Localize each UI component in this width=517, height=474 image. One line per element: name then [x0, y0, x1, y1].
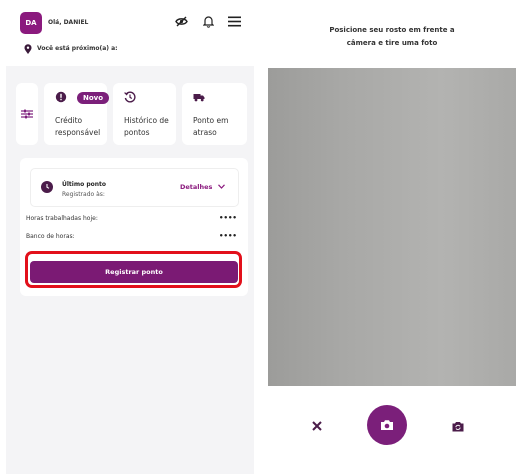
hide-values-icon[interactable] — [174, 14, 188, 28]
filter-shortcut[interactable] — [16, 83, 38, 145]
switch-camera-button[interactable] — [445, 413, 471, 439]
last-punch-box[interactable]: Último ponto Registrado às: Detalhes — [30, 168, 239, 207]
card-ponto-em-atraso[interactable]: Ponto em atraso — [182, 83, 247, 145]
last-punch-title: Último ponto — [62, 181, 106, 188]
hours-worked-label: Horas trabalhadas hoje: — [26, 215, 98, 222]
chevron-down-icon — [217, 184, 225, 189]
punch-summary-card: Último ponto Registrado às: Detalhes Hor… — [20, 158, 248, 296]
sliders-icon — [21, 109, 33, 119]
greeting-text: Olá, DANIEL — [48, 19, 89, 26]
hours-bank-value: •••• — [219, 232, 237, 240]
take-photo-button[interactable] — [367, 405, 407, 445]
card-historico-pontos[interactable]: Histórico de pontos — [113, 83, 176, 145]
card-label: Histórico de pontos — [124, 116, 169, 137]
hours-worked-value: •••• — [219, 214, 237, 222]
home-screen: DA Olá, DANIEL Você está próximo(a) a: N… — [6, 0, 254, 474]
avatar[interactable]: DA — [20, 12, 42, 34]
new-badge: Novo — [77, 92, 110, 104]
card-label: Crédito responsável — [55, 116, 101, 137]
hours-bank-label: Banco de horas: — [26, 233, 75, 240]
details-link[interactable]: Detalhes — [180, 183, 225, 191]
switch-camera-icon — [452, 421, 464, 431]
notification-bell-icon[interactable] — [201, 14, 215, 28]
alert-circle-icon — [55, 91, 67, 103]
last-punch-subtitle: Registrado às: — [62, 191, 105, 198]
camera-instruction: Posicione seu rosto em frente a câmera e … — [329, 26, 455, 47]
truck-icon — [193, 94, 205, 102]
clock-icon — [41, 181, 53, 193]
close-camera-button[interactable] — [304, 413, 330, 439]
camera-preview — [268, 68, 516, 386]
location-pin-icon — [24, 44, 32, 54]
close-icon — [312, 421, 322, 431]
history-icon — [124, 91, 136, 103]
register-punch-button[interactable]: Registrar ponto — [30, 261, 238, 283]
app-header: DA Olá, DANIEL Você está próximo(a) a: — [6, 0, 254, 66]
card-credito-responsavel[interactable]: Novo Crédito responsável — [44, 83, 110, 145]
nearby-location-label: Você está próximo(a) a: — [37, 45, 118, 52]
camera-icon — [381, 420, 393, 430]
hamburger-menu-icon[interactable] — [227, 14, 241, 28]
card-label: Ponto em atraso — [193, 116, 229, 137]
camera-screen: Posicione seu rosto em frente a câmera e … — [268, 0, 516, 474]
